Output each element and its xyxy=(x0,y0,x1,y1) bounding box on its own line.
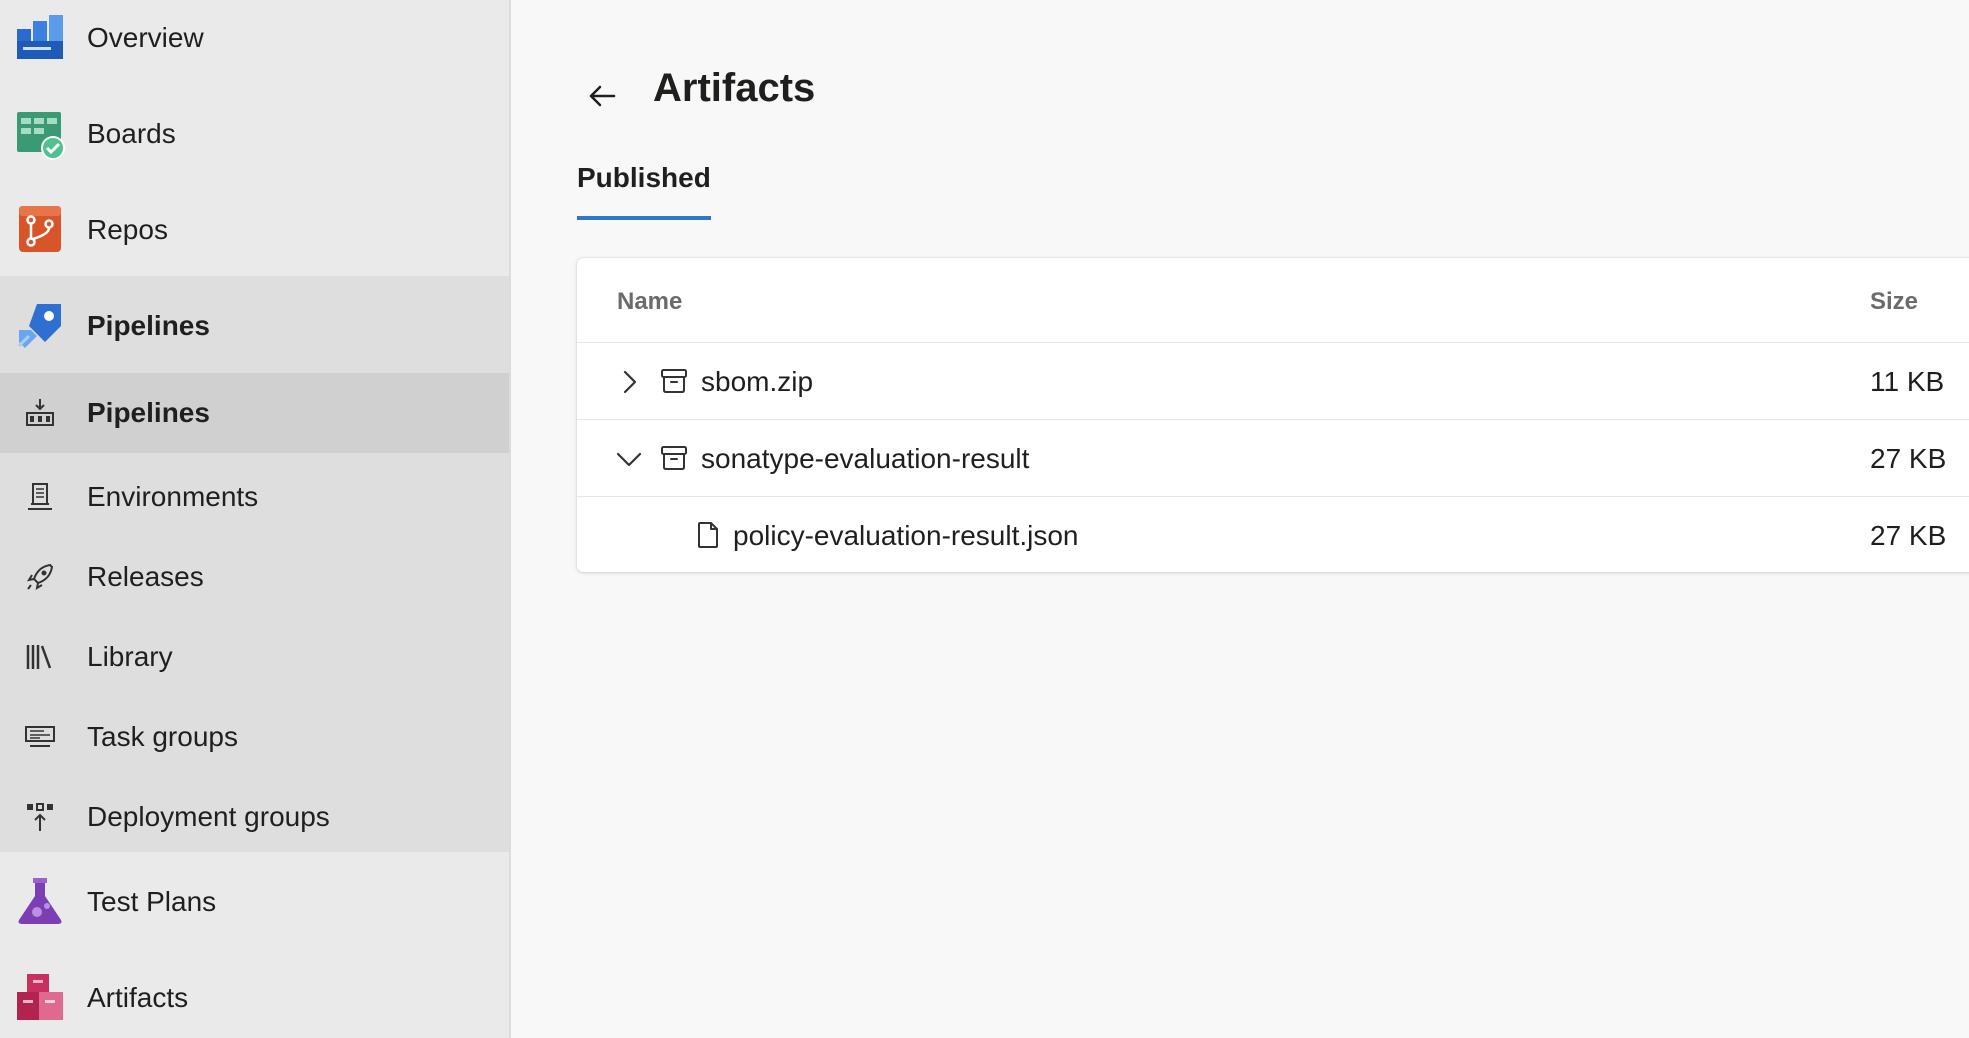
nav-sub-deployment-groups-label: Deployment groups xyxy=(87,801,330,832)
table-row[interactable]: sbom.zip 11 KB xyxy=(577,344,1969,420)
artifact-size: 11 KB xyxy=(1870,366,1945,397)
nav-repos[interactable]: Repos xyxy=(0,192,509,268)
library-icon xyxy=(26,645,52,669)
table-row[interactable]: sonatype-evaluation-result 27 KB xyxy=(577,421,1969,497)
nav-artifacts[interactable]: Artifacts xyxy=(0,960,509,1036)
nav-test-plans-label: Test Plans xyxy=(87,886,217,917)
file-size: 27 KB xyxy=(1870,520,1947,551)
artifacts-icon xyxy=(17,974,63,1020)
nav-sub-releases-label: Releases xyxy=(87,561,204,592)
nav-test-plans[interactable]: Test Plans xyxy=(0,864,509,940)
back-arrow-icon[interactable] xyxy=(584,78,620,114)
nav-sub-task-groups-label: Task groups xyxy=(87,721,238,752)
nav-sub-task-groups[interactable]: Task groups xyxy=(0,697,509,777)
releases-icon xyxy=(26,563,54,591)
nav-overview[interactable]: Overview xyxy=(0,0,509,76)
nav-repos-label: Repos xyxy=(87,214,168,245)
column-header-name[interactable]: Name xyxy=(617,288,682,316)
nav-artifacts-label: Artifacts xyxy=(87,982,189,1013)
nav-boards-label: Boards xyxy=(87,118,176,149)
file-icon xyxy=(698,522,718,548)
nav-overview-label: Overview xyxy=(87,22,204,53)
table-header: Name Size xyxy=(577,258,1969,343)
nav-pipelines[interactable]: Pipelines xyxy=(0,288,509,364)
left-navigation: Overview Boards Repos Pipelines Pipeline… xyxy=(0,0,511,1038)
pipelines-icon xyxy=(17,304,61,348)
boards-icon xyxy=(17,112,65,160)
nav-sub-library-label: Library xyxy=(87,641,173,672)
artifacts-table: Name Size sbom.zip 11 KB sonatype-evalua… xyxy=(577,258,1969,572)
repos-icon xyxy=(19,206,61,252)
nav-sub-environments[interactable]: Environments xyxy=(0,457,509,537)
file-name[interactable]: policy-evaluation-result.json xyxy=(733,520,1079,552)
nav-sub-deployment-groups[interactable]: Deployment groups xyxy=(0,777,509,857)
column-header-size[interactable]: Size xyxy=(1870,288,1918,316)
chevron-right-icon[interactable] xyxy=(615,368,643,396)
artifact-name[interactable]: sbom.zip xyxy=(701,366,813,398)
nav-sub-environments-label: Environments xyxy=(87,481,259,512)
nav-pipelines-label: Pipelines xyxy=(87,310,210,341)
deployment-groups-icon xyxy=(27,803,53,831)
test-plans-icon xyxy=(18,878,62,924)
tab-published[interactable]: Published xyxy=(577,162,711,220)
archive-icon xyxy=(661,446,687,470)
task-groups-icon xyxy=(25,726,55,747)
artifact-size: 27 KB xyxy=(1870,443,1947,474)
overview-icon xyxy=(17,15,63,59)
artifact-name[interactable]: sonatype-evaluation-result xyxy=(701,443,1029,475)
nav-sub-pipelines-label: Pipelines xyxy=(87,397,210,428)
pipelines-sub-icon xyxy=(26,399,54,426)
nav-sub-library[interactable]: Library xyxy=(0,617,509,697)
nav-sub-pipelines[interactable]: Pipelines xyxy=(0,373,509,453)
page-title: Artifacts xyxy=(653,66,816,110)
chevron-down-icon[interactable] xyxy=(615,445,643,473)
nav-boards[interactable]: Boards xyxy=(0,96,509,172)
nav-sub-releases[interactable]: Releases xyxy=(0,537,509,617)
environments-icon xyxy=(28,483,52,510)
archive-icon xyxy=(661,369,687,393)
table-row[interactable]: policy-evaluation-result.json 27 KB xyxy=(577,498,1969,572)
